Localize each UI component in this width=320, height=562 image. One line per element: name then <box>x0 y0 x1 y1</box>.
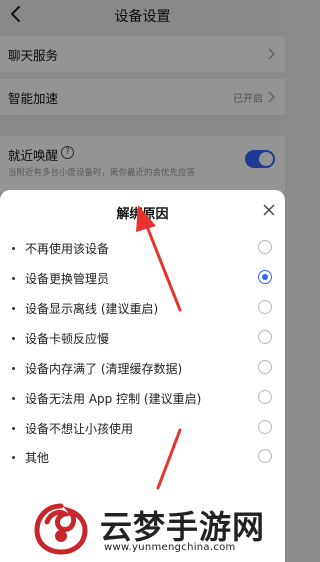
radio-button-selected[interactable] <box>258 270 272 284</box>
reason-option-label: 设备更换管理员 <box>25 272 110 286</box>
reason-option-label: 不再使用该设备 <box>25 242 110 256</box>
bullet <box>12 367 15 370</box>
reason-option[interactable]: 设备更换管理员 <box>0 265 285 291</box>
reason-option[interactable]: 设备内存满了 (清理缓存数据) <box>0 355 285 381</box>
bullet <box>12 397 15 400</box>
bullet <box>12 456 15 459</box>
close-icon[interactable] <box>261 202 277 218</box>
reason-option[interactable]: 设备不想让小孩使用 <box>0 415 285 441</box>
reason-option-label: 设备不想让小孩使用 <box>25 422 134 436</box>
reason-option-label: 设备卡顿反应慢 <box>25 332 110 346</box>
bullet <box>12 337 15 340</box>
radio-button[interactable] <box>258 240 272 254</box>
reason-option-label: 其他 <box>25 451 50 465</box>
reason-option[interactable]: 设备无法用 App 控制 (建议重启) <box>0 385 285 411</box>
watermark-logo <box>34 503 88 555</box>
reason-option[interactable]: 设备卡顿反应慢 <box>0 325 285 351</box>
radio-button[interactable] <box>258 449 272 463</box>
radio-button[interactable] <box>258 390 272 404</box>
radio-button[interactable] <box>258 300 272 314</box>
watermark: 云梦手游网 www.yunmengchina.com <box>0 490 285 562</box>
reason-option[interactable]: 不再使用该设备 <box>0 235 285 261</box>
radio-button[interactable] <box>258 360 272 374</box>
reason-option[interactable]: 其他 <box>0 444 285 470</box>
bullet <box>12 427 15 430</box>
bullet <box>12 307 15 310</box>
watermark-url: www.yunmengchina.com <box>104 542 236 553</box>
reason-option-label: 设备显示离线 (建议重启) <box>25 302 159 316</box>
sheet-title: 解绑原因 <box>116 207 169 222</box>
reason-option-label: 设备无法用 App 控制 (建议重启) <box>25 392 202 406</box>
radio-button[interactable] <box>258 420 272 434</box>
bullet <box>12 277 15 280</box>
radio-button[interactable] <box>258 330 272 344</box>
reason-option[interactable]: 设备显示离线 (建议重启) <box>0 295 285 321</box>
bullet <box>12 247 15 250</box>
reason-option-label: 设备内存满了 (清理缓存数据) <box>25 362 183 376</box>
